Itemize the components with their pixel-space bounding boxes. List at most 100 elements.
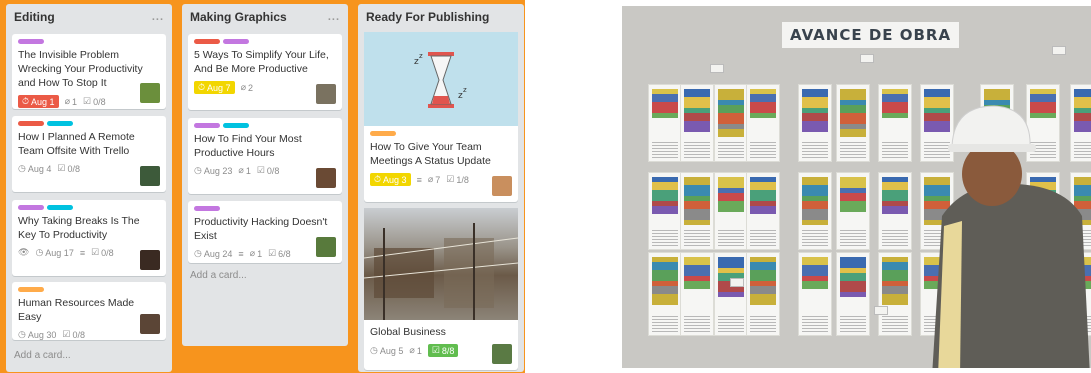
checkbox-icon: ☑ bbox=[62, 329, 71, 339]
avatar[interactable] bbox=[492, 176, 512, 196]
card[interactable]: Productivity Hacking Doesn't Exist ◷ Aug … bbox=[188, 201, 342, 263]
list-menu-icon[interactable]: ... bbox=[328, 11, 340, 23]
card-title: Global Business bbox=[370, 326, 446, 338]
attachment-badge: ⌀ 1 bbox=[64, 96, 77, 107]
due-date-badge: ◷ Aug 23 bbox=[194, 165, 233, 176]
due-date-badge: ◷ Aug 4 bbox=[18, 163, 52, 174]
label-red bbox=[194, 39, 220, 44]
schedule-sheet bbox=[680, 252, 714, 336]
label-orange bbox=[370, 131, 396, 136]
sheet-table-rows bbox=[882, 140, 908, 158]
card-badges: ◷ Aug 23 ⌀ 1 ☑ 0/8 bbox=[194, 165, 336, 176]
sheet-color-band bbox=[684, 265, 710, 276]
schedule-sheet bbox=[836, 84, 870, 162]
construction-progress-photo: AVANCE DE OBRA bbox=[622, 6, 1091, 368]
sheet-color-band bbox=[718, 193, 744, 201]
clock-icon: ◷ bbox=[194, 165, 202, 175]
card[interactable]: z z z z How To Give Your Team Meetings A… bbox=[364, 32, 518, 202]
sheet-color-band bbox=[882, 190, 908, 201]
card-badges: ◷ Aug 24 ≡ ⌀ 1 ☑ 6/8 bbox=[194, 248, 336, 259]
wall-tag bbox=[860, 54, 874, 63]
schedule-sheet bbox=[648, 84, 682, 162]
schedule-sheet bbox=[878, 84, 912, 162]
sheet-color-band bbox=[750, 102, 776, 113]
schedule-sheet bbox=[836, 172, 870, 250]
schedule-sheet bbox=[836, 252, 870, 336]
list-header: Making Graphics ... bbox=[182, 4, 348, 30]
card-title: Productivity Hacking Doesn't Exist bbox=[194, 216, 328, 242]
sheet-color-band bbox=[684, 177, 710, 185]
label-blue bbox=[47, 121, 73, 126]
card[interactable]: How To Find Your Most Productive Hours ◷… bbox=[188, 118, 342, 194]
card-title: 5 Ways To Simplify Your Life, And Be Mor… bbox=[194, 49, 329, 75]
sheet-color-band bbox=[802, 121, 828, 132]
card-title: How To Give Your Team Meetings A Status … bbox=[370, 141, 491, 167]
schedule-sheet bbox=[714, 84, 748, 162]
sheet-color-band bbox=[802, 201, 828, 209]
sheet-color-band bbox=[840, 281, 866, 292]
card-badges: ◷ Aug 30 ☑ 0/8 bbox=[18, 329, 160, 340]
sheet-color-band bbox=[750, 113, 776, 118]
checklist-badge: ☑ 1/8 bbox=[446, 174, 469, 185]
schedule-sheet bbox=[878, 252, 912, 336]
checkbox-icon: ☑ bbox=[57, 163, 66, 173]
checklist-badge: ☑ 8/8 bbox=[427, 344, 459, 357]
avatar[interactable] bbox=[140, 166, 160, 186]
avatar[interactable] bbox=[492, 344, 512, 364]
schedule-sheet bbox=[798, 172, 832, 250]
avatar[interactable] bbox=[140, 83, 160, 103]
sheet-table-rows bbox=[718, 314, 744, 332]
sheet-color-band bbox=[882, 113, 908, 118]
card[interactable]: 5 Ways To Simplify Your Life, And Be Mor… bbox=[188, 34, 342, 110]
sheet-table-rows bbox=[750, 140, 776, 158]
wall-tag bbox=[710, 64, 724, 73]
sheet-color-band bbox=[840, 105, 866, 113]
avatar[interactable] bbox=[140, 250, 160, 270]
avatar[interactable] bbox=[316, 168, 336, 188]
list-title: Editing bbox=[14, 10, 55, 24]
sheet-color-band bbox=[718, 177, 744, 188]
sheet-color-band bbox=[840, 193, 866, 201]
sheet-color-band bbox=[802, 265, 828, 276]
label-orange bbox=[18, 287, 44, 292]
schedule-sheet bbox=[648, 172, 682, 250]
label-purple bbox=[223, 39, 249, 44]
sheet-color-band bbox=[684, 209, 710, 220]
card-cover-image bbox=[364, 208, 518, 320]
avatar[interactable] bbox=[316, 84, 336, 104]
card[interactable]: Why Taking Breaks Is The Key To Producti… bbox=[12, 200, 166, 276]
list-menu-icon[interactable]: ... bbox=[152, 11, 164, 23]
card[interactable]: Human Resources Made Easy ◷ Aug 30 ☑ 0/8 bbox=[12, 282, 166, 340]
sheet-color-band bbox=[882, 182, 908, 190]
checklist-badge: ☑ 0/8 bbox=[57, 163, 80, 174]
checklist-badge: ☑ 0/8 bbox=[91, 247, 114, 258]
clock-icon: ◷ bbox=[18, 163, 26, 173]
add-card-link[interactable]: Add a card... bbox=[14, 350, 71, 361]
card[interactable]: Global Business ◷ Aug 5 ⌀ 1 ☑ 8/8 bbox=[364, 208, 518, 370]
sheet-color-band bbox=[652, 94, 678, 102]
card-labels bbox=[194, 39, 336, 44]
add-card-link[interactable]: Add a card... bbox=[190, 270, 247, 281]
sheet-table-rows bbox=[684, 228, 710, 246]
due-date-badge: ◷ Aug 24 bbox=[194, 248, 233, 259]
card[interactable]: The Invisible Problem Wrecking Your Prod… bbox=[12, 34, 166, 109]
avatar[interactable] bbox=[140, 314, 160, 334]
card[interactable]: How I Planned A Remote Team Offsite With… bbox=[12, 116, 166, 192]
sheet-color-band bbox=[684, 201, 710, 209]
sheet-color-band bbox=[750, 270, 776, 281]
sheet-table-rows bbox=[750, 314, 776, 332]
attachment-badge: ⌀ 2 bbox=[240, 82, 253, 93]
due-date-badge: ⏱ Aug 3 bbox=[370, 173, 411, 186]
label-purple bbox=[194, 206, 220, 211]
attachment-badge: ⌀ 1 bbox=[409, 345, 422, 356]
trello-board: Editing ... The Invisible Problem Wrecki… bbox=[0, 0, 525, 373]
sheet-color-band bbox=[750, 294, 776, 305]
sheet-color-band bbox=[750, 94, 776, 102]
paperclip-icon: ⌀ bbox=[409, 345, 415, 355]
paperclip-icon: ⌀ bbox=[427, 174, 434, 184]
avatar[interactable] bbox=[316, 237, 336, 257]
sheet-color-band bbox=[684, 113, 710, 121]
schedule-sheet bbox=[746, 252, 780, 336]
sheet-color-band bbox=[750, 190, 776, 201]
clock-icon: ◷ bbox=[194, 248, 202, 258]
